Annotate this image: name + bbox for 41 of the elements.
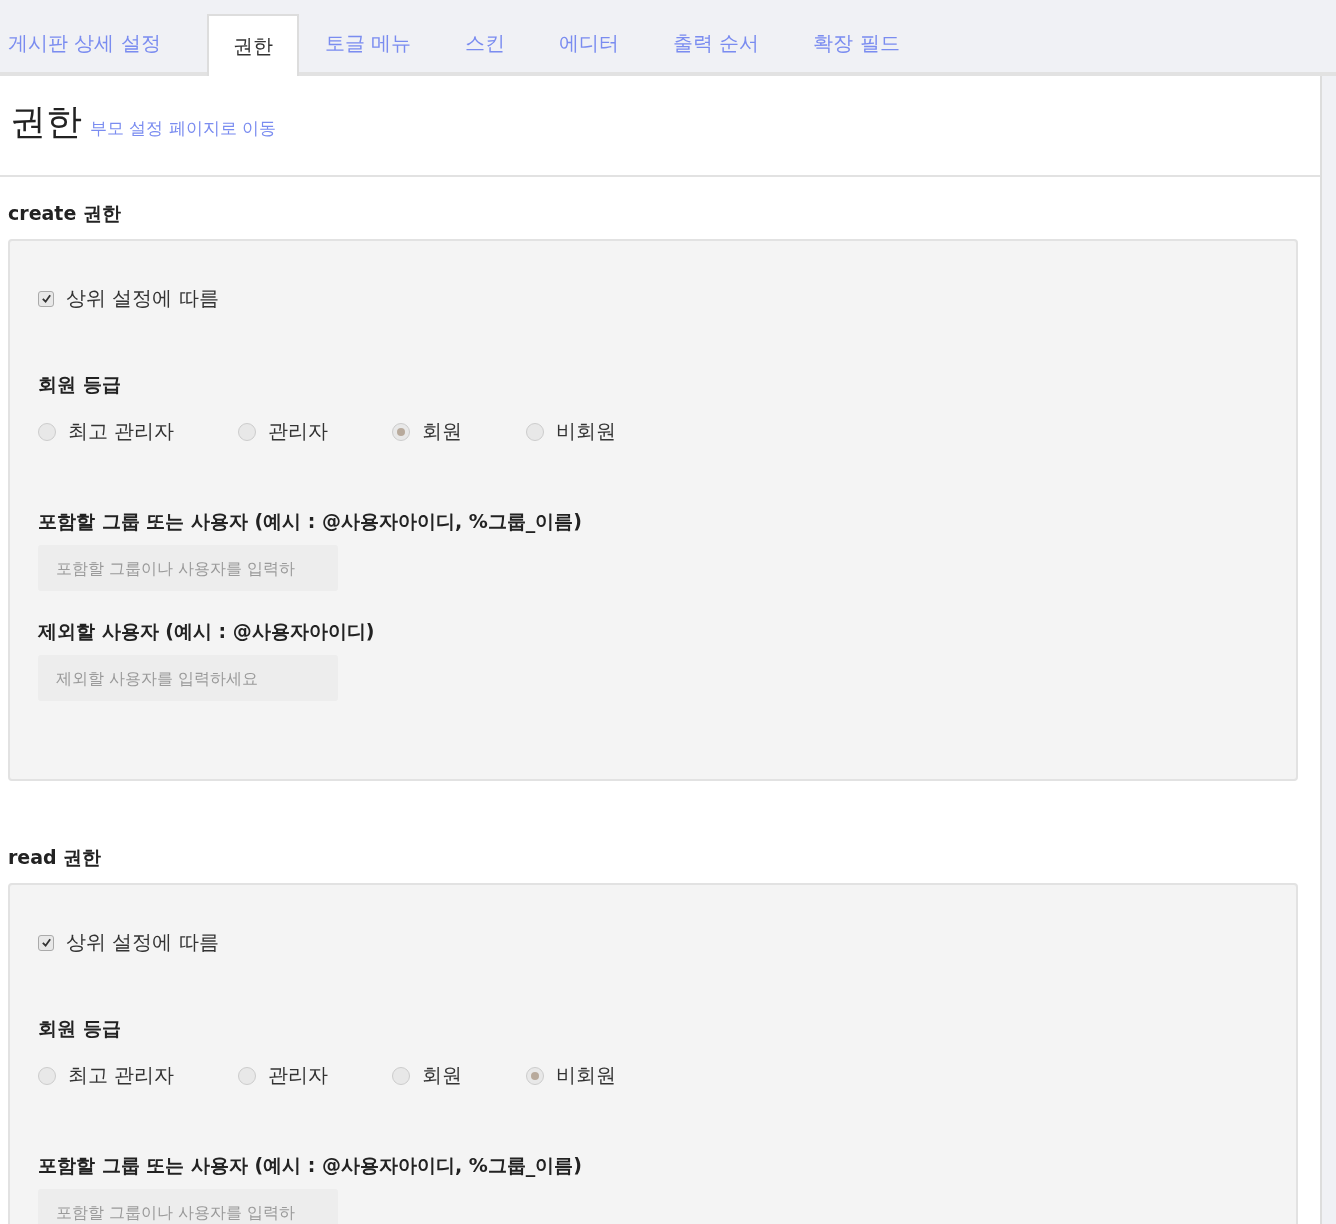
checkbox-label: 상위 설정에 따름 — [66, 929, 219, 956]
tab[interactable]: 출력 순서 — [665, 14, 788, 72]
field-label: 회원 등급 — [38, 372, 122, 397]
radio-label: 관리자 — [268, 1062, 329, 1089]
radio-label: 최고 관리자 — [68, 418, 175, 445]
checkmark-icon — [40, 937, 52, 948]
radio-button[interactable] — [238, 422, 257, 441]
parent-settings-link[interactable]: 부모 설정 페이지로 이동 — [90, 117, 277, 140]
radio-label: 관리자 — [268, 418, 329, 445]
radio-button[interactable] — [526, 1066, 545, 1085]
radio-label: 회원 — [422, 418, 463, 445]
checkmark-icon — [40, 293, 52, 304]
section-title: read 권한 — [8, 845, 103, 870]
radio-button[interactable] — [526, 422, 545, 441]
radio-button[interactable] — [38, 1066, 56, 1085]
input-field[interactable]: 포함할 그룹이나 사용자를 입력하 — [38, 545, 338, 591]
inherit-checkbox[interactable] — [38, 934, 54, 951]
tab[interactable]: 게시판 상세 설정 — [0, 14, 189, 72]
section-title: create 권한 — [8, 201, 122, 226]
tab[interactable]: 확장 필드 — [805, 14, 928, 72]
field-label: 회원 등급 — [38, 1016, 122, 1041]
radio-button[interactable] — [392, 422, 411, 441]
tab[interactable]: 에디터 — [551, 14, 648, 72]
radio-button[interactable] — [392, 1066, 411, 1085]
tab[interactable]: 토글 메뉴 — [316, 14, 440, 72]
radio-label: 비회원 — [556, 418, 617, 445]
radio-label: 최고 관리자 — [68, 1062, 175, 1089]
input-field[interactable]: 제외할 사용자를 입력하세요 — [38, 655, 338, 701]
radio-label: 비회원 — [556, 1062, 617, 1089]
tab[interactable]: 스킨 — [457, 14, 534, 72]
checkbox-label: 상위 설정에 따름 — [66, 285, 219, 312]
inherit-checkbox[interactable] — [38, 290, 54, 307]
radio-button[interactable] — [238, 1066, 257, 1085]
tab[interactable]: 권한 — [206, 14, 299, 76]
radio-button[interactable] — [38, 422, 56, 441]
radio-label: 회원 — [422, 1062, 463, 1089]
field-label: 제외할 사용자 (예시 : @사용자아이디) — [38, 619, 376, 644]
field-label: 포함할 그룹 또는 사용자 (예시 : @사용자아이디, %그룹_이름) — [38, 509, 584, 535]
page-title: 권한 — [10, 100, 82, 144]
input-field[interactable]: 포함할 그룹이나 사용자를 입력하 — [38, 1189, 338, 1224]
field-label: 포함할 그룹 또는 사용자 (예시 : @사용자아이디, %그룹_이름) — [38, 1153, 584, 1179]
